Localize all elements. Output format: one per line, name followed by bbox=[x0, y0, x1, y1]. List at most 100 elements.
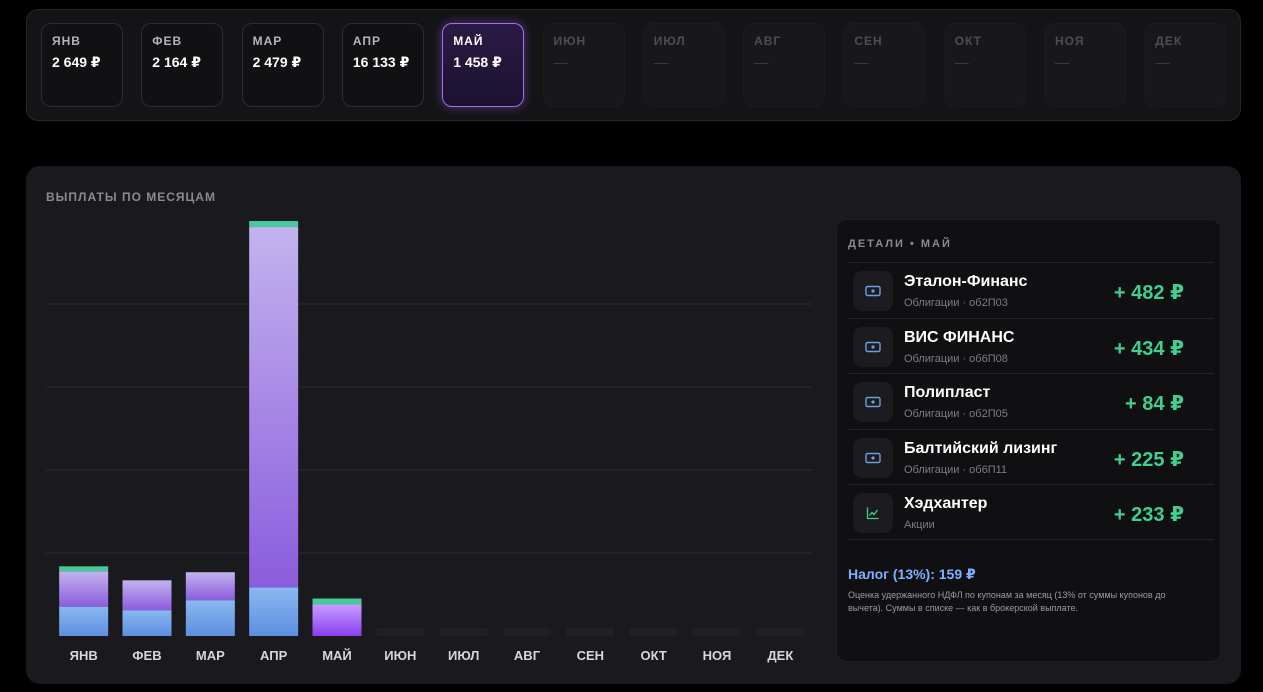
month-amount: 2 479 ₽ bbox=[252, 54, 302, 70]
bar-segment[interactable] bbox=[59, 571, 109, 607]
payout-row[interactable]: Полипласт Облигации · об2П05 + 84 ₽ bbox=[848, 373, 1214, 429]
payout-row[interactable]: Хэдхантер Акции + 233 ₽ bbox=[848, 484, 1214, 540]
monthly-payouts-chart: ЯНВ ФЕВ МАР АПР МАЙ ИЮН ИЮЛ АВГ СЕН ОКТ НОЯ ДЕК bbox=[46, 216, 816, 666]
month-name: ИЮЛ bbox=[653, 34, 686, 48]
month-name: АВГ bbox=[754, 34, 782, 48]
chart-svg: ЯНВ ФЕВ МАР АПР МАЙ ИЮН ИЮЛ АВГ СЕН ОКТ НОЯ ДЕК bbox=[46, 221, 812, 663]
issuer-name: ВИС ФИНАНС bbox=[904, 328, 1015, 346]
bar-segment[interactable] bbox=[312, 598, 362, 605]
bar-segment[interactable] bbox=[59, 566, 109, 572]
details-list: Эталон-Финанс Облигации · об2П03 + 482 ₽… bbox=[848, 262, 1214, 540]
month-card-may[interactable]: МАЙ 1 458 ₽ bbox=[442, 23, 525, 107]
month-card-jul[interactable]: ИЮЛ — bbox=[642, 23, 725, 107]
bar-placeholder bbox=[692, 628, 742, 636]
month-card-sep[interactable]: СЕН — bbox=[843, 23, 926, 107]
payout-row[interactable]: Балтийский лизинг Облигации · об6П11 + 2… bbox=[848, 428, 1214, 485]
bond-icon bbox=[853, 326, 893, 367]
month-card-jun[interactable]: ИЮН — bbox=[542, 23, 625, 107]
payout-amount: + 233 ₽ bbox=[1113, 504, 1184, 526]
month-amount: 2 649 ₽ bbox=[52, 54, 101, 70]
details-card: ДЕТАЛИ • МАЙ Эталон-Финанс Облигации · о… bbox=[836, 219, 1221, 662]
bond-icon bbox=[853, 271, 893, 311]
month-amount: 1 458 ₽ bbox=[453, 54, 502, 70]
x-tick-label: ЯНВ bbox=[70, 648, 98, 663]
x-tick-label: ДЕК bbox=[767, 648, 793, 663]
month-name: ИЮН bbox=[553, 34, 587, 48]
month-amount: — bbox=[553, 54, 568, 70]
month-amount: 2 164 ₽ bbox=[152, 54, 201, 70]
month-name: МАР bbox=[252, 34, 283, 48]
month-card-aug[interactable]: АВГ — bbox=[743, 23, 826, 107]
issuer-name: Хэдхантер bbox=[904, 495, 988, 512]
month-name: НОЯ bbox=[1055, 34, 1085, 48]
month-card-dec[interactable]: ДЕК — bbox=[1144, 23, 1227, 107]
instrument-type: Облигации · об6П11 bbox=[904, 463, 1008, 476]
month-card-nov[interactable]: НОЯ — bbox=[1044, 23, 1126, 107]
month-card-mar[interactable]: МАР 2 479 ₽ bbox=[241, 23, 324, 107]
month-name: ДЕК bbox=[1155, 34, 1183, 48]
bar-segment[interactable] bbox=[249, 221, 299, 228]
payout-row[interactable]: Эталон-Финанс Облигации · об2П03 + 482 ₽ bbox=[848, 262, 1214, 318]
x-tick-label: ОКТ bbox=[641, 648, 667, 663]
bar-segment[interactable] bbox=[122, 580, 172, 611]
payout-row[interactable]: ВИС ФИНАНС Облигации · об6П08 + 434 ₽ bbox=[848, 317, 1214, 374]
x-tick-label: МАР bbox=[196, 648, 225, 663]
x-tick-label: ФЕВ bbox=[132, 648, 161, 663]
instrument-type: Акции bbox=[904, 519, 935, 531]
x-tick-label: ИЮН bbox=[384, 648, 416, 663]
x-tick-label: НОЯ bbox=[703, 648, 732, 663]
bar-segment[interactable] bbox=[312, 604, 362, 636]
month-name: АПР bbox=[352, 34, 382, 48]
payout-amount: + 84 ₽ bbox=[1125, 393, 1184, 415]
x-tick-label: ИЮЛ bbox=[448, 648, 479, 663]
issuer-name: Полипласт bbox=[904, 384, 991, 401]
issuer-name: Балтийский лизинг bbox=[904, 439, 1058, 457]
month-amount: — bbox=[954, 54, 969, 70]
month-name: ОКТ bbox=[954, 34, 982, 48]
month-amount: — bbox=[754, 54, 769, 70]
bar-placeholder bbox=[502, 628, 552, 636]
month-amount: — bbox=[653, 54, 668, 70]
x-tick-label: АВГ bbox=[514, 648, 541, 663]
bar-placeholder bbox=[629, 628, 679, 636]
bar-placeholder bbox=[565, 628, 615, 636]
month-card-oct[interactable]: ОКТ — bbox=[943, 23, 1026, 107]
details-title: ДЕТАЛИ • МАЙ bbox=[848, 238, 952, 250]
bar-segment[interactable] bbox=[249, 587, 299, 636]
month-name: МАЙ bbox=[453, 34, 484, 48]
panel-title: ВЫПЛАТЫ ПО МЕСЯЦАМ bbox=[46, 190, 216, 204]
bar-placeholder bbox=[375, 628, 425, 636]
payout-amount: + 225 ₽ bbox=[1113, 448, 1184, 471]
bar-segment[interactable] bbox=[249, 227, 299, 588]
month-amount: — bbox=[1055, 54, 1069, 70]
x-tick-label: АПР bbox=[260, 648, 288, 663]
x-tick-label: МАЙ bbox=[322, 648, 352, 663]
payouts-panel: ВЫПЛАТЫ ПО МЕСЯЦАМ ЯНВ ФЕВ МАР АПР МАЙ ИЮН ИЮЛ… bbox=[26, 166, 1241, 684]
tax-note: Оценка удержанного НДФЛ по купонам за ме… bbox=[848, 590, 1166, 613]
month-name: СЕН bbox=[854, 34, 883, 48]
bar-segment[interactable] bbox=[59, 606, 109, 636]
tax-total: Налог (13%): 159 ₽ bbox=[848, 566, 976, 582]
issuer-name: Эталон-Финанс bbox=[904, 273, 1028, 290]
bar-placeholder bbox=[755, 628, 805, 636]
bond-icon bbox=[853, 382, 893, 422]
bar-segment[interactable] bbox=[185, 600, 235, 636]
month-amount: 16 133 ₽ bbox=[352, 54, 410, 70]
month-card-apr[interactable]: АПР 16 133 ₽ bbox=[341, 23, 424, 107]
x-tick-label: СЕН bbox=[577, 648, 604, 663]
payout-amount: + 482 ₽ bbox=[1113, 282, 1184, 304]
payout-amount: + 434 ₽ bbox=[1113, 337, 1184, 360]
instrument-type: Облигации · об2П05 bbox=[904, 408, 1008, 420]
instrument-type: Облигации · об2П03 bbox=[904, 297, 1008, 309]
bar-segment[interactable] bbox=[185, 572, 235, 601]
month-strip: ЯНВ 2 649 ₽ ФЕВ 2 164 ₽ МАР 2 479 ₽ АПР … bbox=[26, 9, 1241, 121]
month-amount: — bbox=[854, 54, 869, 70]
month-amount: — bbox=[1155, 54, 1170, 70]
bond-icon bbox=[853, 437, 893, 478]
month-name: ЯНВ bbox=[52, 34, 81, 48]
month-name: ФЕВ bbox=[152, 34, 183, 48]
month-card-feb[interactable]: ФЕВ 2 164 ₽ bbox=[141, 23, 224, 107]
instrument-type: Облигации · об6П08 bbox=[904, 352, 1008, 365]
month-card-jan[interactable]: ЯНВ 2 649 ₽ bbox=[41, 23, 123, 107]
bar-segment[interactable] bbox=[122, 610, 172, 636]
